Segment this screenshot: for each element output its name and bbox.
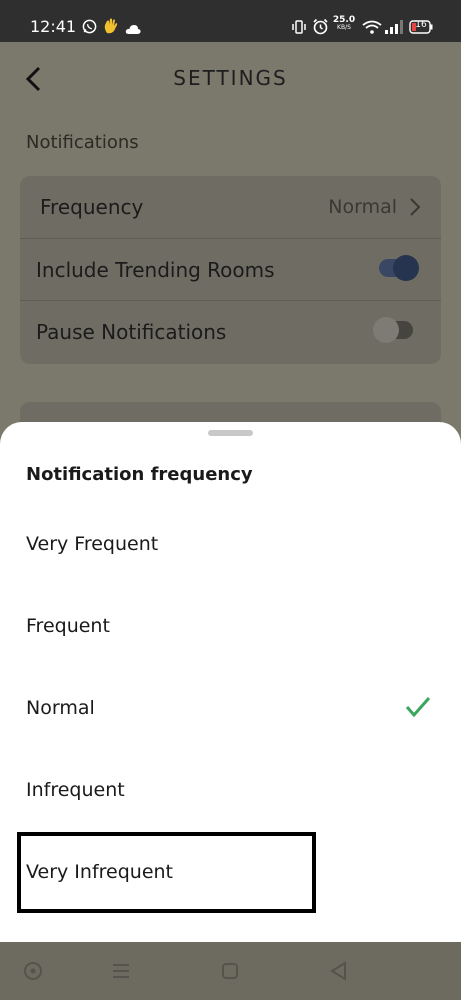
alarm-icon [312,18,329,39]
pause-notifications-toggle[interactable] [373,317,413,343]
cloud-icon [125,20,141,39]
highlight-box [17,832,316,913]
vibrate-icon [291,19,307,39]
toggle-knob [373,317,399,343]
battery-icon: 16 [409,19,433,38]
hand-wave-icon [103,17,119,39]
option-infrequent[interactable]: Infrequent [0,755,461,825]
section-label-notifications: Notifications [26,132,139,153]
option-label: Very Frequent [26,533,159,555]
pause-notifications-row: Pause Notifications [20,300,441,362]
checkmark-icon [405,695,431,719]
back-triangle-icon[interactable] [327,959,351,983]
frequency-label: Frequency [40,195,144,219]
signal-icon [385,19,403,38]
option-label: Normal [26,697,95,719]
trending-rooms-label: Include Trending Rooms [36,258,275,282]
option-label: Infrequent [26,779,125,801]
option-very-frequent[interactable]: Very Frequent [0,509,461,579]
assistant-icon[interactable] [21,959,45,983]
chevron-right-icon [409,196,421,218]
page-title: SETTINGS [173,66,288,90]
status-bar: 12:41 25.0 KB/S 16 [0,0,461,42]
trending-rooms-toggle[interactable] [379,255,419,281]
option-normal[interactable]: Normal [0,673,461,743]
frequency-bottom-sheet: Notification frequency Very Frequent Fre… [0,422,461,942]
frequency-row[interactable]: Frequency Normal [20,176,441,238]
data-speed-readout: 25.0 KB/S [332,16,356,32]
sheet-title: Notification frequency [26,464,253,485]
toggle-knob [393,255,419,281]
whatsapp-icon [82,19,97,38]
data-speed-unit: KB/S [337,24,351,31]
notifications-card: Frequency Normal Include Trending Rooms … [20,176,441,364]
data-speed-value: 25.0 [332,15,356,25]
home-icon[interactable] [218,959,242,983]
menu-icon[interactable] [109,959,133,983]
frequency-value: Normal [328,196,397,218]
status-time: 12:41 [30,17,77,36]
system-nav-bar [0,942,461,1000]
trending-rooms-row: Include Trending Rooms [20,238,441,300]
battery-level: 16 [415,20,427,30]
wifi-icon [362,19,382,38]
pause-notifications-label: Pause Notifications [36,320,227,344]
option-frequent[interactable]: Frequent [0,591,461,661]
option-label: Frequent [26,615,110,637]
sheet-drag-handle[interactable] [208,430,253,436]
